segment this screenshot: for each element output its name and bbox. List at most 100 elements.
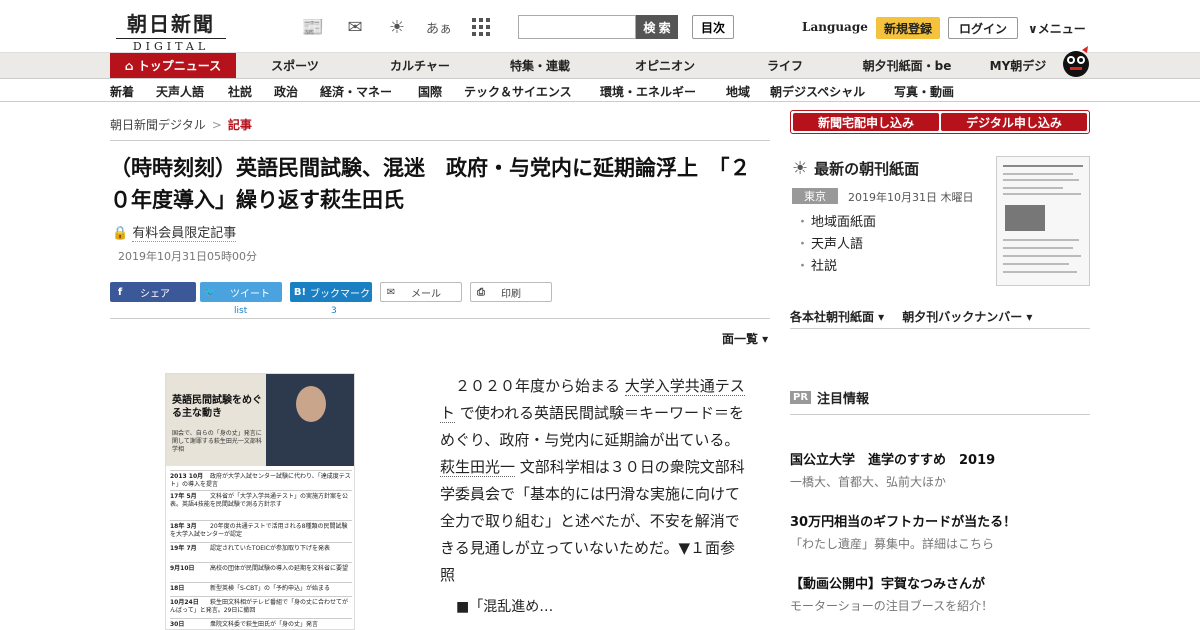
timeline-row: 2013 10月 政府が大学入試センター試験に代わり、「達成度テスト」の導入を提言 (170, 470, 352, 489)
digital-subscribe-button[interactable]: デジタル申し込み (941, 113, 1087, 131)
site-logo[interactable]: 朝日新聞 DIGITAL (116, 8, 226, 53)
timeline-row: 18年 3月 20年度の共通テストで活用される8種類の民間試験を大学入試センターが… (170, 520, 352, 539)
nav-life[interactable]: ライフ (740, 53, 830, 79)
language-link[interactable]: Language (802, 20, 868, 34)
regional-papers-dropdown[interactable]: 各本社朝刊紙面 ▾ (790, 308, 884, 325)
subnav-environment[interactable]: 環境・エネルギー (600, 83, 696, 100)
subnav-region[interactable]: 地域 (726, 83, 750, 100)
related-heading[interactable]: ■「混乱進め… (456, 596, 553, 616)
thumb-line (1003, 271, 1077, 273)
mascot-icon[interactable] (1060, 44, 1092, 78)
breadcrumb: 朝日新聞デジタル > 記事 (110, 116, 252, 133)
hatena-bookmark-icon: B! (293, 286, 307, 298)
pr-item[interactable]: 【動画公開中】宇賀なつみさんが モーターショーの注目ブースを紹介！ (790, 576, 1090, 615)
timeline-date: 17年 5月 (170, 493, 197, 500)
facebook-icon: f (117, 286, 123, 298)
toc-button[interactable]: 目次 (692, 15, 734, 39)
paper-link-editorial[interactable]: 社説 (796, 256, 876, 278)
subnav-special[interactable]: 朝デジスペシャル (770, 83, 865, 100)
twitter-share-button[interactable]: 🐦 ツイート (200, 282, 282, 302)
thumb-line (1003, 247, 1073, 249)
publish-date: 2019年10月31日05時00分 (118, 250, 257, 263)
menu-button[interactable]: ∨メニュー (1028, 20, 1086, 37)
timeline-text: 高校の団体が民間試験の導入の延期を文科省に要望 (210, 565, 349, 572)
mail-icon[interactable]: ✉ (342, 14, 368, 40)
pr-item[interactable]: 30万円相当のギフトカードが当たる！ 「わたし遺産」募集中。詳細はこちら (790, 514, 1090, 553)
subnav-politics[interactable]: 政治 (274, 83, 298, 100)
login-button[interactable]: ログイン (948, 17, 1018, 39)
thumb-line (1003, 187, 1063, 189)
thumb-line (1003, 193, 1081, 195)
article-photo[interactable]: 英語民間試験をめぐる主な動き 国会で、自らの「身の丈」発言に関して謝罪する萩生田… (165, 373, 355, 630)
article-body: ２０２０年度から始まる 大学入学共通テスト で使われる英語民間試験＝キーワード＝… (440, 373, 750, 589)
nav-top-news[interactable]: ⌂ トップニュース (110, 53, 236, 79)
paper-side-links: 各本社朝刊紙面 ▾ 朝夕刊バックナンバー ▾ (790, 308, 1032, 325)
facebook-share-button[interactable]: f シェア (110, 282, 196, 302)
body-text: で使われる英語民間試験＝キーワード＝をめぐり、政府・与党内に延期論が出ている。 (440, 404, 745, 449)
hatena-bookmark-button[interactable]: B! ブックマーク (290, 282, 372, 302)
subnav-new[interactable]: 新着 (110, 83, 134, 100)
morning-paper-title[interactable]: ☀ 最新の朝刊紙面 (792, 158, 919, 179)
subnav-tenseijingo[interactable]: 天声人語 (156, 83, 204, 100)
nav-sports[interactable]: スポーツ (250, 53, 340, 79)
mail-icon: ✉ (386, 286, 396, 298)
timeline-row: 9月10日 高校の団体が民間試験の導入の延期を文科省に要望 (170, 562, 352, 573)
back-number-dropdown[interactable]: 朝夕刊バックナンバー ▾ (902, 308, 1032, 325)
font-size-icon[interactable]: あぁ (426, 14, 452, 40)
grid-icon[interactable] (468, 14, 494, 40)
mail-share-button[interactable]: ✉ メール (380, 282, 462, 302)
timeline-row: 19年 7月 認定されていたTOEICが参加取り下げを発表 (170, 542, 352, 553)
timeline-date: 10月24日 (170, 599, 199, 606)
thumb-image (1005, 205, 1045, 231)
search-input[interactable] (518, 15, 636, 39)
breadcrumb-home[interactable]: 朝日新聞デジタル (110, 118, 206, 132)
subnav-tech[interactable]: テック＆サイエンス (464, 83, 572, 100)
pr-title: 注目情報 (817, 392, 870, 407)
timeline-text: 新型英検「S-CBT」の「予約申込」が始まる (210, 585, 330, 592)
nav-my-asadigi[interactable]: MY朝デジ (978, 53, 1058, 79)
nav-features[interactable]: 特集・連載 (490, 53, 590, 79)
divider (790, 414, 1090, 415)
paper-link-tenseijingo[interactable]: 天声人語 (796, 234, 876, 256)
bookmark-count[interactable]: 3 (331, 306, 337, 316)
print-button[interactable]: ⎙ 印刷 (470, 282, 552, 302)
twitter-count[interactable]: list (234, 306, 247, 316)
pr-item[interactable]: 国公立大学 進学のすすめ 2019 一橋大、首都大、弘前大ほか (790, 452, 1090, 491)
weather-icon[interactable]: ☀ (384, 14, 410, 40)
timeline-text: 衆院文科委で萩生田氏が「身の丈」発言 (210, 621, 319, 628)
nav-paper[interactable]: 朝夕刊紙面・be (852, 53, 962, 79)
paper-thumbnail[interactable] (996, 156, 1090, 286)
subnav-editorial[interactable]: 社説 (228, 83, 252, 100)
home-delivery-button[interactable]: 新聞宅配申し込み (793, 113, 939, 131)
paper-link-regional[interactable]: 地域面紙面 (796, 212, 876, 234)
nav-opinion[interactable]: オピニオン (615, 53, 715, 79)
paid-label-text[interactable]: 有料会員限定記事 (132, 226, 237, 242)
home-icon: ⌂ (124, 59, 138, 73)
news-icon[interactable]: 📰 (300, 14, 326, 40)
main-nav: ⌂ トップニュース スポーツ カルチャー 特集・連載 オピニオン ライフ 朝夕刊… (0, 52, 1200, 79)
twitter-icon: 🐦 (203, 286, 217, 298)
photo-face (296, 386, 326, 422)
keyword-link-hagiuda[interactable]: 萩生田光一 (440, 458, 516, 477)
nav-label: トップニュース (137, 59, 222, 73)
subnav-economy[interactable]: 経済・マネー (320, 83, 392, 100)
morning-title-text: 最新の朝刊紙面 (814, 160, 920, 178)
timeline-date: 2013 10月 (170, 473, 204, 480)
logo-main: 朝日新聞 (127, 12, 215, 36)
thumb-line (1003, 239, 1079, 241)
page-list-link[interactable]: 面一覧 ▾ (722, 330, 768, 347)
timeline-row: 17年 5月 文科省が「大学入学共通テスト」の実施方針案を公表。英語4技能を民間試… (170, 490, 352, 509)
timeline-row: 10月24日 萩生田文科相がテレビ番組で「身の丈に合わせてがんばって」と発言。29… (170, 596, 352, 615)
subnav-photo-video[interactable]: 写真・動画 (894, 83, 954, 100)
thumb-line (1003, 165, 1083, 167)
nav-culture[interactable]: カルチャー (370, 53, 470, 79)
lock-icon: 🔒 (112, 226, 129, 241)
thumb-line (1003, 255, 1081, 257)
pr-badge: PR (790, 391, 812, 404)
register-button[interactable]: 新規登録 (876, 17, 940, 39)
subnav-international[interactable]: 国際 (418, 83, 442, 100)
breadcrumb-current: 記事 (227, 118, 252, 132)
search-button[interactable]: 検 索 (636, 15, 678, 39)
timeline-date: 30日 (170, 621, 185, 628)
timeline-date: 18日 (170, 585, 185, 592)
